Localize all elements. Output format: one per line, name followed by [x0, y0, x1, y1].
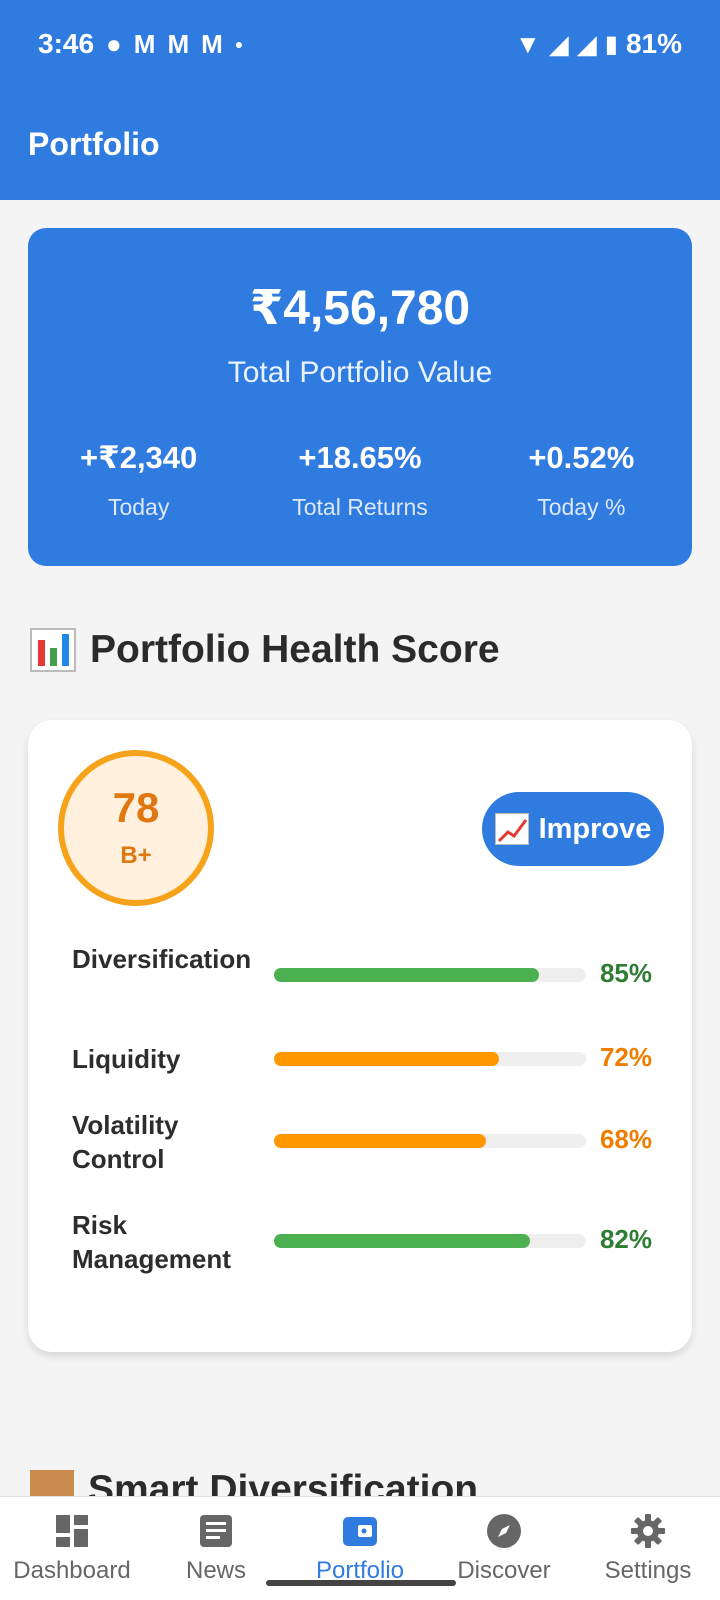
portfolio-summary-card: ₹4,56,780 Total Portfolio Value +₹2,340 … — [28, 228, 692, 566]
signal-icon: ◢ — [548, 28, 569, 59]
metric-track — [274, 1234, 586, 1248]
gesture-navigation-bar[interactable] — [266, 1580, 456, 1586]
smart-diversification-title: Smart Diversification — [30, 1468, 478, 1496]
improve-button-label: Improve — [538, 812, 652, 845]
stat-today-percent: +0.52% Today % — [471, 440, 692, 521]
improve-button[interactable]: Improve — [482, 792, 664, 866]
metric-label: Volatility Control — [72, 1110, 179, 1174]
metric-fill — [274, 968, 540, 982]
stat-label: Today % — [537, 494, 626, 520]
dashboard-icon — [0, 1513, 144, 1549]
stat-today: +₹2,340 Today — [28, 440, 249, 521]
health-score-card: 78 B+ Improve Diversification 85% Liquid… — [28, 720, 692, 1352]
package-icon — [30, 1470, 74, 1496]
health-section-title: Portfolio Health Score — [30, 628, 500, 672]
metric-fill — [274, 1234, 530, 1248]
summary-stats: +₹2,340 Today +18.65% Total Returns +0.5… — [28, 440, 692, 521]
total-portfolio-value: ₹4,56,780 — [249, 282, 471, 335]
smart-diversification-title-text: Smart Diversification — [88, 1468, 479, 1496]
metric-value: 85% — [599, 958, 652, 988]
signal-icon: ◢ — [576, 28, 597, 59]
gear-icon — [576, 1513, 720, 1549]
metric-label: Risk Management — [72, 1210, 231, 1274]
health-score-value: 78 — [112, 784, 160, 831]
wifi-icon: ▼ — [515, 28, 541, 59]
gmail-icon: M — [133, 28, 156, 59]
metric-track — [274, 1052, 586, 1066]
gmail-icon: M — [201, 28, 223, 59]
total-portfolio-label: Total Portfolio Value — [227, 356, 493, 389]
score-circle: 78 B+ — [58, 750, 214, 906]
app-bar: Portfolio — [0, 88, 720, 200]
stat-total-returns: +18.65% Total Returns — [249, 440, 470, 521]
health-section-title-text: Portfolio Health Score — [90, 628, 500, 671]
status-left: 3:46 ● M M M ● — [38, 28, 243, 60]
status-bar: 3:46 ● M M M ● ▼ ◢ ◢ ▮ 81% — [0, 0, 720, 88]
metric-value: 68% — [599, 1124, 652, 1154]
stat-value: +₹2,340 — [80, 440, 198, 475]
metric-label: Liquidity — [72, 1044, 181, 1074]
nav-dashboard[interactable]: Dashboard — [0, 1497, 144, 1600]
dot-icon: ● — [234, 36, 244, 52]
battery-percentage: 81% — [625, 28, 682, 59]
metric-label: Diversification — [72, 944, 252, 974]
page-title: Portfolio — [28, 125, 160, 162]
status-right: ▼ ◢ ◢ ▮ 81% — [515, 28, 682, 60]
stat-value: +18.65% — [298, 440, 422, 475]
nav-settings[interactable]: Settings — [576, 1497, 720, 1600]
stat-label: Total Returns — [292, 494, 428, 520]
nav-settings-label: Settings — [604, 1557, 692, 1584]
stat-value: +0.52% — [528, 440, 635, 475]
metric-value: 72% — [599, 1042, 652, 1072]
chat-bubble-icon: ● — [106, 28, 122, 59]
compass-icon — [432, 1513, 576, 1549]
bar-chart-icon — [30, 628, 76, 672]
stat-label: Today — [107, 494, 170, 520]
metric-track — [274, 968, 586, 982]
nav-dashboard-label: Dashboard — [13, 1557, 131, 1584]
trend-up-icon — [494, 813, 529, 845]
news-icon — [144, 1513, 288, 1549]
metric-fill — [274, 1052, 499, 1066]
metric-fill — [274, 1134, 487, 1148]
wallet-icon — [288, 1513, 432, 1549]
status-time: 3:46 — [38, 28, 95, 59]
health-score-grade: B+ — [120, 842, 152, 869]
battery-icon: ▮ — [604, 30, 618, 58]
metric-track — [274, 1134, 586, 1148]
metric-value: 82% — [599, 1224, 652, 1254]
gmail-icon: M — [167, 28, 190, 59]
